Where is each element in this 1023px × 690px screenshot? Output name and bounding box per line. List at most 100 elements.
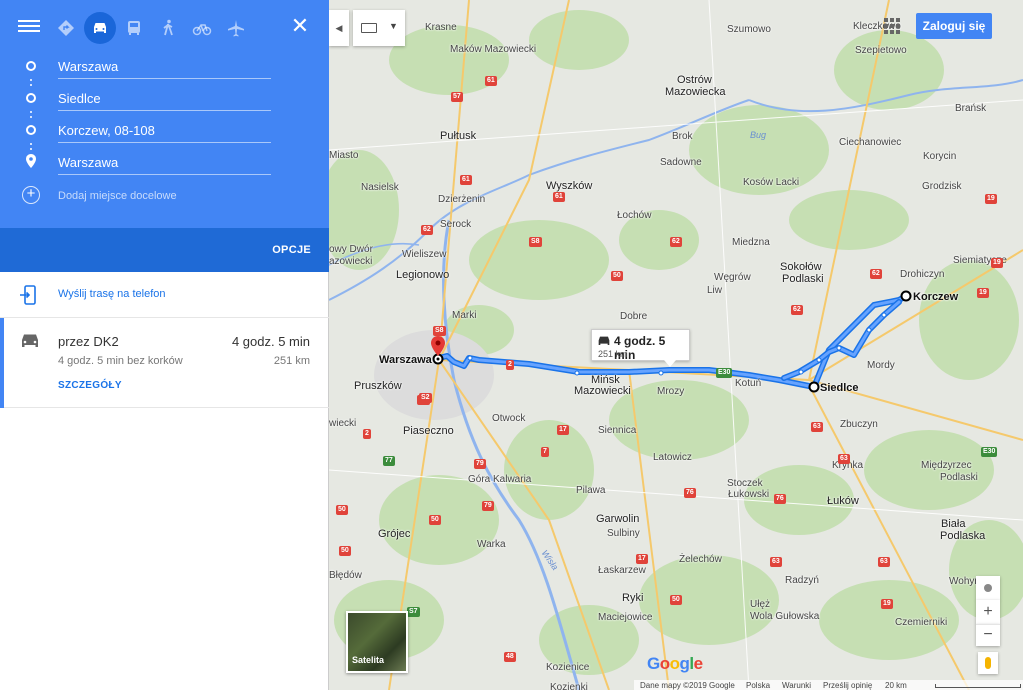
map-label: Piaseczno bbox=[403, 425, 454, 437]
map-label: Nasielsk bbox=[361, 182, 399, 193]
map-label: Grójec bbox=[378, 528, 411, 540]
login-button[interactable]: Zaloguj się bbox=[916, 13, 992, 39]
road-shield: 2 bbox=[506, 360, 514, 370]
road-shield: 19 bbox=[991, 258, 1003, 268]
satellite-toggle[interactable]: Satelita bbox=[346, 611, 408, 673]
map-label: Kosów Lacki bbox=[743, 177, 800, 188]
country-link[interactable]: Polska bbox=[746, 681, 770, 690]
origin-input[interactable] bbox=[58, 53, 271, 79]
map-label: Miasto bbox=[329, 150, 359, 161]
road-shield: 17 bbox=[557, 425, 569, 435]
map-label: Miedzna bbox=[732, 237, 770, 248]
map-label: Mazowiecki bbox=[574, 385, 631, 397]
map-label: Wyszków bbox=[546, 180, 593, 192]
bubble-distance: 251 km bbox=[598, 349, 628, 359]
walk-icon[interactable] bbox=[152, 12, 184, 44]
map-label: Marki bbox=[452, 310, 477, 321]
map-label: Kozienice bbox=[546, 662, 590, 673]
add-destination-button[interactable]: Dodaj miejsce docelowe bbox=[58, 190, 177, 202]
close-icon[interactable]: ✕ bbox=[288, 14, 312, 38]
road-shield: 19 bbox=[985, 194, 997, 204]
road-shield: 76 bbox=[774, 494, 786, 504]
road-shield: S8 bbox=[433, 326, 446, 336]
map-label: Zbuczyn bbox=[840, 419, 878, 430]
chevron-down-icon[interactable]: ▼ bbox=[389, 21, 398, 31]
bike-icon[interactable] bbox=[186, 12, 218, 44]
car-icon bbox=[22, 334, 38, 347]
route-distance: 251 km bbox=[273, 355, 310, 367]
options-bar: OPCJE bbox=[0, 228, 329, 272]
destination-input[interactable] bbox=[58, 149, 271, 175]
map-label: Wola Gułowska bbox=[750, 611, 820, 622]
road-shield: 61 bbox=[460, 175, 472, 185]
car-icon[interactable] bbox=[84, 12, 116, 44]
route-details-link[interactable]: SZCZEGÓŁY bbox=[58, 380, 122, 391]
map-label: Grodzisk bbox=[922, 181, 962, 192]
plane-icon[interactable] bbox=[220, 12, 252, 44]
map-label: Podlaski bbox=[940, 472, 978, 483]
map-label: Sadowne bbox=[660, 157, 702, 168]
menu-icon[interactable] bbox=[18, 17, 40, 39]
send-to-phone-link[interactable]: Wyślij trasę na telefon bbox=[58, 288, 166, 300]
map-label: Dobre bbox=[620, 311, 648, 322]
send-to-phone-icon bbox=[20, 285, 36, 305]
bus-icon[interactable] bbox=[118, 12, 150, 44]
map-label: Siennica bbox=[598, 425, 637, 436]
bubble-tail bbox=[664, 360, 676, 367]
satellite-label: Satelita bbox=[352, 655, 385, 665]
road-shield: 48 bbox=[504, 652, 516, 662]
options-button[interactable]: OPCJE bbox=[272, 244, 311, 256]
collapse-panel-button[interactable]: ◀ bbox=[329, 10, 349, 46]
map-label: Biała bbox=[941, 518, 966, 530]
road-shield: 76 bbox=[684, 488, 696, 498]
road-shield: E30 bbox=[981, 447, 998, 457]
road-shield: S2 bbox=[419, 393, 432, 403]
map-label: Szepietowo bbox=[855, 45, 907, 56]
map-canvas[interactable]: Warszawa Siedlce Korczew Krasne Maków Ma… bbox=[329, 0, 1023, 690]
apps-grid-icon[interactable] bbox=[884, 18, 900, 34]
zoom-out-button[interactable]: − bbox=[976, 624, 1000, 646]
route-option[interactable]: przez DK2 4 godz. 5 min 4 godz. 5 min be… bbox=[0, 318, 329, 408]
map-label: Pilawa bbox=[576, 485, 606, 496]
map-label: Pruszków bbox=[354, 380, 402, 392]
stop-input-2[interactable] bbox=[58, 117, 271, 143]
road-shield: 62 bbox=[421, 225, 433, 235]
input-tools-button[interactable]: ▼ bbox=[353, 10, 405, 46]
road-shield: 61 bbox=[553, 192, 565, 202]
map-label: Szumowo bbox=[727, 24, 771, 35]
zoom-in-button[interactable]: + bbox=[976, 600, 1000, 624]
map-label: Góra Kalwaria bbox=[468, 474, 532, 485]
road-shield: 50 bbox=[339, 546, 351, 556]
waypoint-row bbox=[0, 149, 329, 179]
route-selected-indicator bbox=[0, 318, 4, 408]
map-label: Międzyrzec bbox=[921, 460, 972, 471]
map-label: Ułęż bbox=[750, 599, 771, 610]
send-to-phone-row[interactable]: Wyślij trasę na telefon bbox=[0, 272, 329, 318]
stop-input-1[interactable] bbox=[58, 85, 271, 111]
add-destination-icon[interactable]: + bbox=[22, 186, 40, 204]
road-shield: 7 bbox=[541, 447, 549, 457]
road-shield: 63 bbox=[811, 422, 823, 432]
terms-link[interactable]: Warunki bbox=[782, 681, 811, 690]
pegman-icon[interactable] bbox=[978, 652, 998, 674]
my-location-button[interactable] bbox=[976, 576, 1000, 600]
river-label: Bug bbox=[750, 130, 767, 140]
waypoint-row bbox=[0, 117, 329, 147]
scale-bar bbox=[935, 684, 1021, 688]
road-shield: 17 bbox=[636, 554, 648, 564]
map-label: Maciejowice bbox=[598, 612, 653, 623]
best-route-icon[interactable] bbox=[50, 12, 82, 44]
map-label: Maków Mazowiecki bbox=[450, 44, 537, 55]
map-label: Żelechów bbox=[679, 554, 722, 565]
route-time-bubble[interactable]: 4 godz. 5 min 251 km bbox=[591, 329, 690, 367]
map-label: Korycin bbox=[923, 151, 957, 162]
directions-header: ✕ + Dodaj miejsce docelowe bbox=[0, 0, 329, 272]
map-label: Ciechanowiec bbox=[839, 137, 902, 148]
map-label: Mrozy bbox=[657, 386, 685, 397]
feedback-link[interactable]: Prześlij opinię bbox=[823, 681, 872, 690]
map-label: Drohiczyn bbox=[900, 269, 945, 280]
map-label: Kotuń bbox=[735, 378, 762, 389]
road-shield: 50 bbox=[336, 505, 348, 515]
map-label: Ryki bbox=[622, 592, 644, 604]
waypoint-circle-icon bbox=[26, 61, 36, 71]
